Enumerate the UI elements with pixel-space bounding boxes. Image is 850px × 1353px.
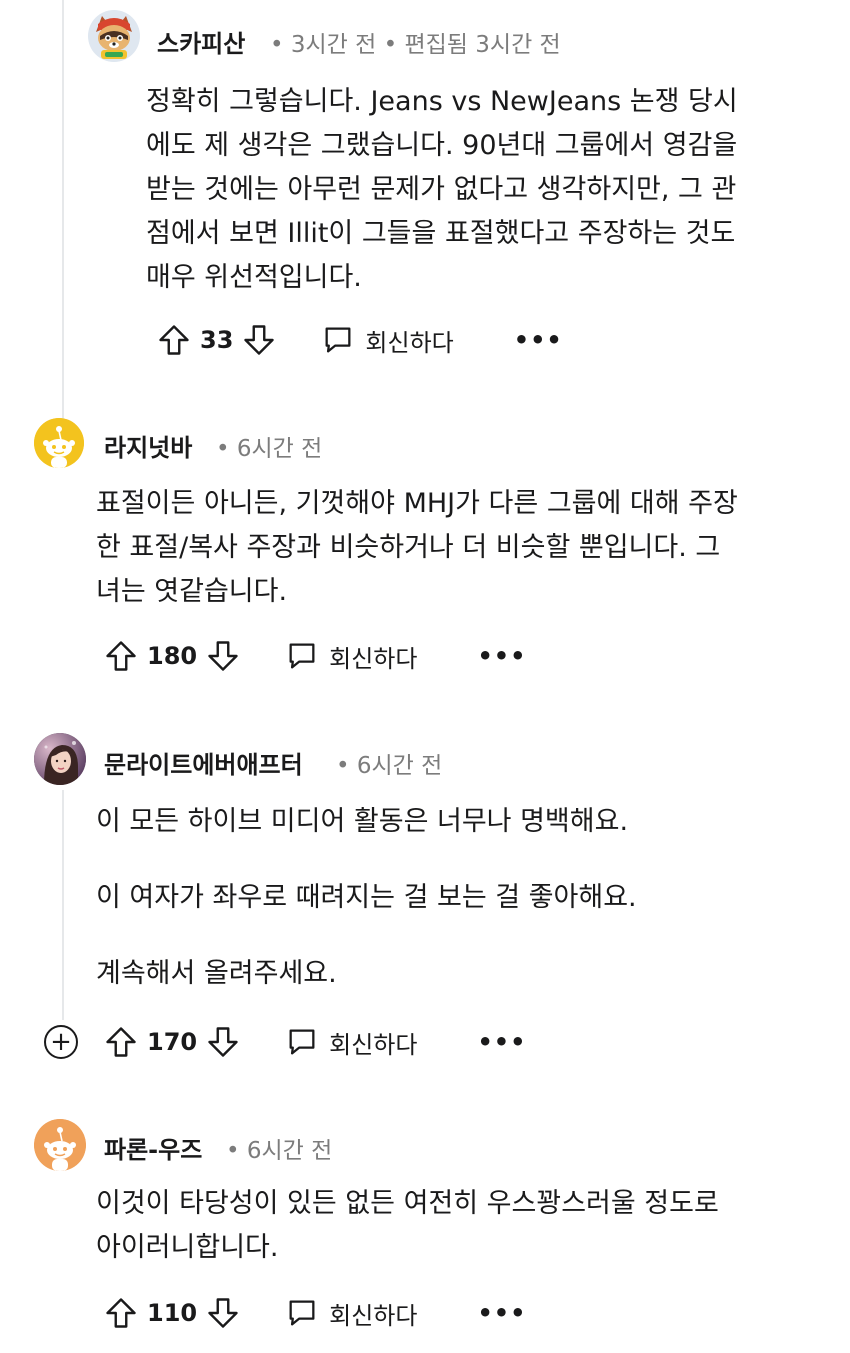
comment-text-line: 한 표절/복사 주장과 비슷하거나 더 비슷할 뿐입니다. 그	[96, 532, 721, 563]
comment-body: 정확히 그렇습니다. Jeans vs NewJeans 논쟁 당시 에도 제 …	[146, 80, 738, 300]
comment-text-line: 이 모든 하이브 미디어 활동은 너무나 명백해요.	[96, 806, 629, 837]
comment-text-line: 계속해서 올려주세요.	[96, 958, 337, 989]
avatar[interactable]	[34, 733, 86, 785]
comment-text-line: 정확히 그렇습니다. Jeans vs NewJeans 논쟁 당시	[146, 86, 738, 117]
raccoon-avatar-icon	[88, 10, 140, 62]
timestamp: • 6시간 전	[216, 436, 323, 462]
comment-text-line: 아이러니합니다.	[96, 1232, 279, 1263]
reply-button[interactable]: 회신하다	[285, 1296, 417, 1331]
downvote-icon[interactable]	[205, 638, 241, 674]
vote-count: 180	[147, 642, 198, 670]
comment-text-line: 받는 것에는 아무런 문제가 없다고 생각하지만, 그 관	[146, 174, 737, 205]
comment-actions: 110 회신하다 •••	[103, 1291, 526, 1335]
comment-actions: 170 회신하다 •••	[103, 1020, 526, 1064]
thread-line	[62, 790, 64, 1020]
more-options-button[interactable]: •••	[477, 1028, 526, 1056]
reply-button[interactable]: 회신하다	[285, 639, 417, 674]
reply-label: 회신하다	[365, 328, 454, 357]
more-options-button[interactable]: •••	[477, 642, 526, 670]
comment-text-line: 점에서 보면 Illit이 그들을 표절했다고 주장하는 것도	[146, 218, 736, 249]
comment-text-line: 매우 위선적입니다.	[146, 262, 362, 293]
thread-line	[62, 0, 64, 420]
comment-text-line: 이 여자가 좌우로 때려지는 걸 보는 걸 좋아해요.	[96, 882, 637, 913]
avatar[interactable]	[34, 418, 84, 468]
downvote-icon[interactable]	[241, 322, 277, 358]
reply-label: 회신하다	[329, 644, 418, 673]
speech-bubble-icon	[289, 1029, 315, 1055]
comment-text-line: 녀는 엿같습니다.	[96, 576, 288, 607]
comment-text-line: 표절이든 아니든, 기껏해야 MHJ가 다른 그룹에 대해 주장	[96, 488, 738, 519]
vote-count: 110	[147, 1299, 198, 1327]
more-options-button[interactable]: •••	[477, 1299, 526, 1327]
upvote-icon[interactable]	[103, 1295, 139, 1331]
upvote-icon[interactable]	[156, 322, 192, 358]
comment-body: 이 모든 하이브 미디어 활동은 너무나 명백해요. 이 여자가 좌우로 때려지…	[96, 800, 637, 996]
snoo-avatar-icon	[34, 418, 84, 468]
timestamp: • 6시간 전	[226, 1138, 333, 1164]
timestamp: • 3시간 전 • 편집됨 3시간 전	[270, 32, 561, 58]
reply-button[interactable]: 회신하다	[285, 1025, 417, 1060]
username[interactable]: 라지넛바	[104, 428, 192, 463]
avatar[interactable]	[88, 10, 140, 62]
comment-actions: 33 회신하다 •••	[156, 318, 563, 362]
speech-bubble-icon	[289, 643, 315, 669]
comment-text-line: 이것이 타당성이 있든 없든 여전히 우스꽝스러울 정도로	[96, 1188, 719, 1219]
upvote-icon[interactable]	[103, 1024, 139, 1060]
upvote-icon[interactable]	[103, 638, 139, 674]
comment-actions: 180 회신하다 •••	[103, 634, 526, 678]
avatar[interactable]	[34, 1119, 86, 1171]
speech-bubble-icon	[289, 1300, 315, 1326]
snoo-avatar-icon	[34, 1119, 86, 1171]
reply-button[interactable]: 회신하다	[321, 323, 454, 358]
downvote-icon[interactable]	[205, 1024, 241, 1060]
username[interactable]: 파론-우즈	[104, 1130, 202, 1165]
more-options-button[interactable]: •••	[514, 326, 563, 354]
vote-count: 170	[147, 1028, 198, 1056]
username[interactable]: 스카피산	[157, 24, 245, 59]
reply-label: 회신하다	[329, 1301, 418, 1330]
profile-photo-avatar-icon	[34, 733, 86, 785]
comment-body: 이것이 타당성이 있든 없든 여전히 우스꽝스러울 정도로 아이러니합니다.	[96, 1182, 719, 1270]
timestamp: • 6시간 전	[336, 753, 443, 779]
comment-text-line: 에도 제 생각은 그랬습니다. 90년대 그룹에서 영감을	[146, 130, 738, 161]
expand-thread-button[interactable]: +	[44, 1025, 78, 1059]
downvote-icon[interactable]	[205, 1295, 241, 1331]
vote-count: 33	[200, 326, 234, 354]
speech-bubble-icon	[325, 327, 351, 353]
reply-label: 회신하다	[329, 1030, 418, 1059]
comment-body: 표절이든 아니든, 기껏해야 MHJ가 다른 그룹에 대해 주장 한 표절/복사…	[96, 482, 738, 614]
username[interactable]: 문라이트에버애프터	[104, 745, 303, 780]
